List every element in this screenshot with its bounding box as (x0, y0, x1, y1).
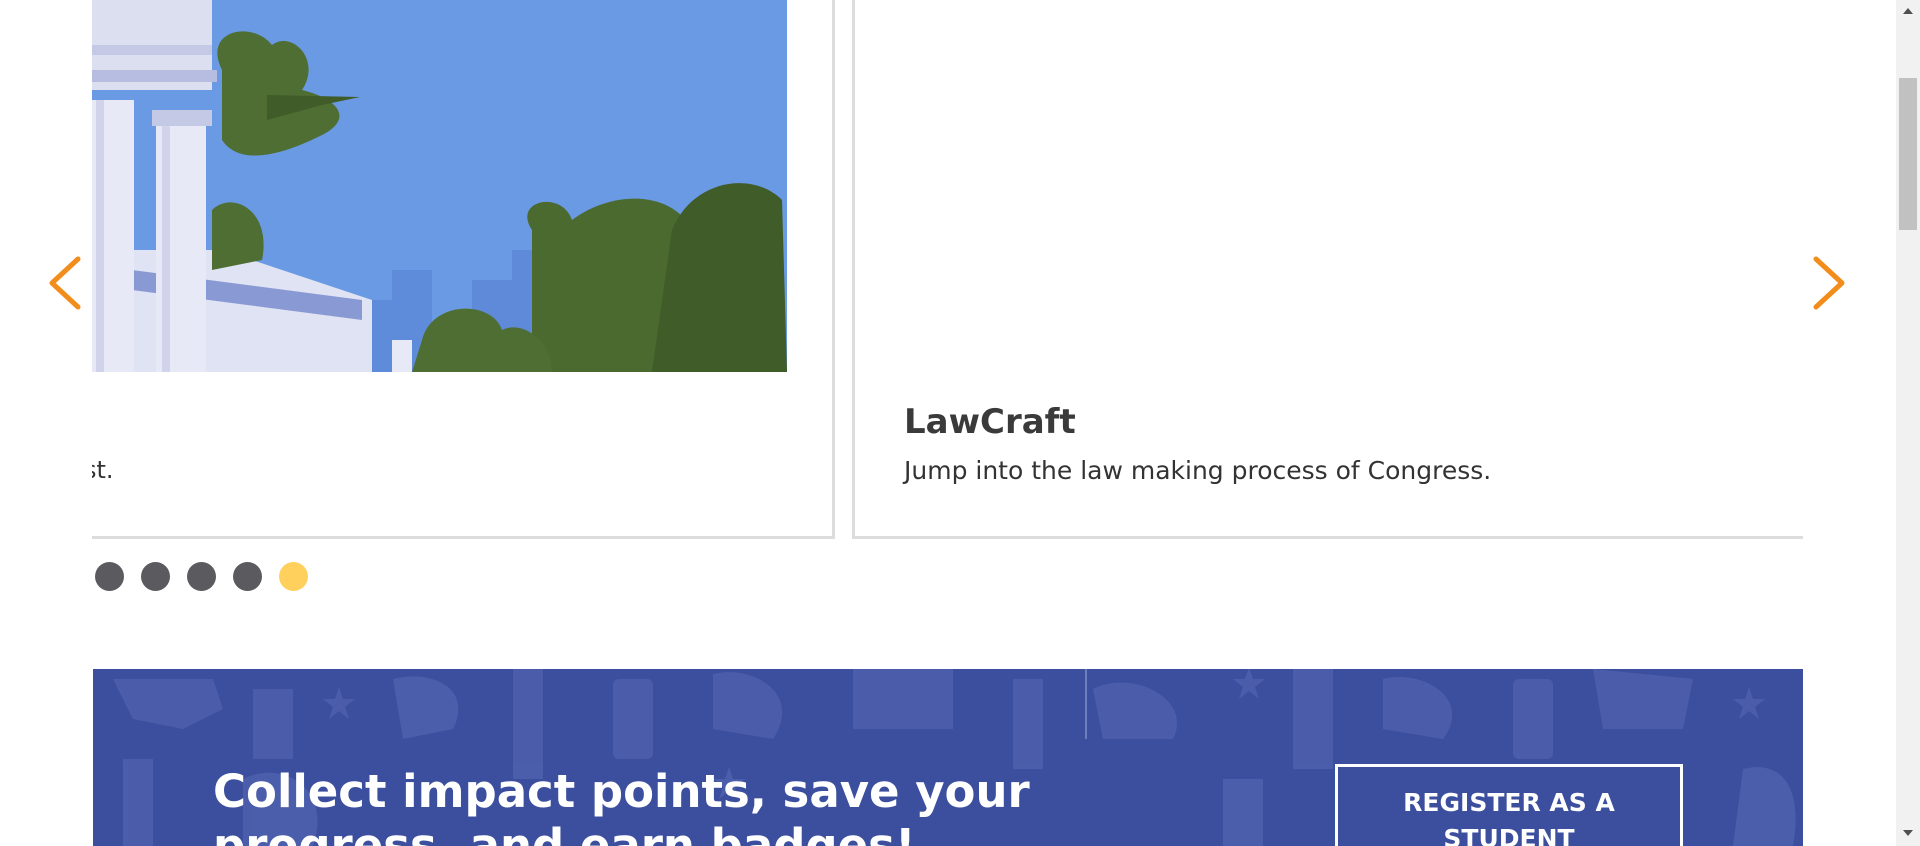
register-student-button[interactable]: REGISTER AS A STUDENT (1335, 764, 1683, 846)
scrollbar-thumb[interactable] (1899, 78, 1917, 230)
card-title[interactable]: LawCraft (904, 402, 1076, 442)
carousel-prev-button[interactable] (46, 253, 86, 313)
scroll-down-arrow-icon (1903, 830, 1913, 836)
pagination-dot-2[interactable] (141, 562, 170, 591)
card-description: Jump into the law making process of Cong… (904, 456, 1492, 485)
pagination-dot-1[interactable] (95, 562, 124, 591)
pagination-dot-3[interactable] (187, 562, 216, 591)
card-illustration (92, 0, 787, 372)
carousel-pagination (95, 562, 308, 591)
chevron-right-icon (1813, 256, 1845, 310)
register-banner: Collect impact points, save your progres… (93, 669, 1803, 846)
pagination-dot-4[interactable] (233, 562, 262, 591)
vertical-scrollbar[interactable] (1896, 0, 1920, 846)
game-card-lawcraft[interactable]: LawCraft Jump into the law making proces… (852, 0, 1803, 539)
scroll-up-button[interactable] (1896, 0, 1920, 22)
scroll-up-arrow-icon (1903, 8, 1913, 14)
card-description: st. (92, 456, 114, 484)
scroll-down-button[interactable] (1896, 822, 1920, 844)
pagination-dot-5-active[interactable] (279, 562, 308, 591)
chevron-left-icon (49, 256, 81, 310)
game-card-previous[interactable]: st. (92, 0, 835, 539)
carousel-next-button[interactable] (1808, 253, 1848, 313)
banner-headline: Collect impact points, save your progres… (213, 765, 1030, 846)
